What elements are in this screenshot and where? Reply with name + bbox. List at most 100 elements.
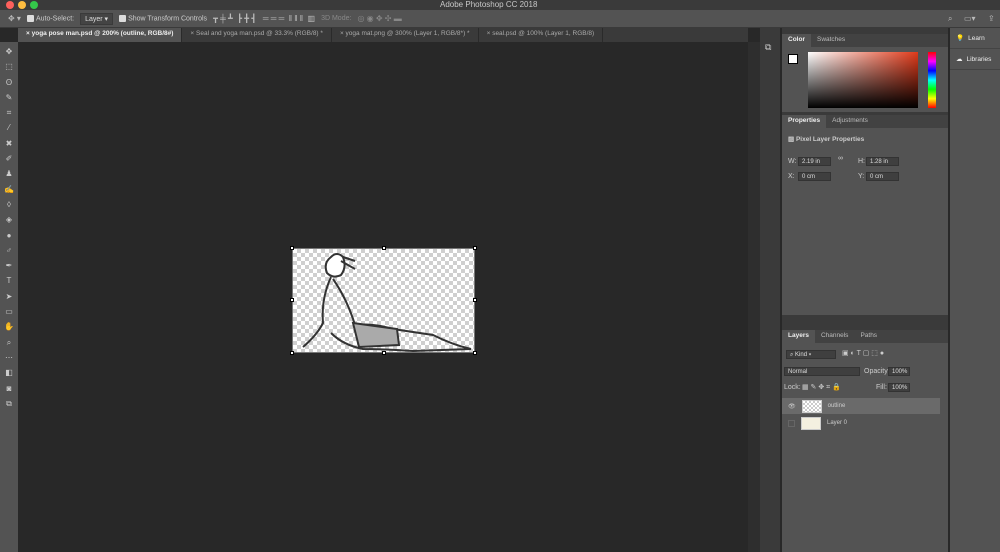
visibility-eye-icon[interactable]: 👁 [788, 403, 796, 410]
link-icon[interactable]: ∞ [838, 155, 843, 162]
toolbar: ✥ ⬚ ʘ ✎ ⌗ ⁄ ✖ ✐ ♟ ✍ ◊ ◈ ● ♂ ✒ T ➤ ▭ ✋ ⌕ … [0, 42, 18, 552]
lock-icons[interactable]: ▦ ✎ ✥ ⌗ 🔒 [802, 383, 841, 392]
tab-swatches[interactable]: Swatches [811, 34, 851, 47]
transform-controls-label: Show Transform Controls [128, 15, 208, 23]
eraser-tool-icon[interactable]: ◊ [7, 197, 11, 212]
properties-panel: Properties Adjustments ▨ Pixel Layer Prop… [782, 115, 948, 315]
learn-button[interactable]: 💡 Learn [950, 28, 1000, 49]
zoom-tool-icon[interactable]: ⌕ [7, 335, 11, 350]
tab-seal-and-yoga-man[interactable]: × Seal and yoga man.psd @ 33.3% (RGB/8) … [182, 28, 332, 42]
share-icon[interactable]: ⇪ [988, 14, 995, 23]
rectangle-tool-icon[interactable]: ▭ [5, 304, 13, 319]
layer-row-layer-0[interactable]: Layer 0 [782, 415, 940, 431]
layer-filter-dropdown[interactable]: ⌕ Kind ▾ [786, 350, 836, 359]
blur-tool-icon[interactable]: ● [7, 228, 12, 243]
dodge-tool-icon[interactable]: ♂ [6, 243, 12, 258]
crop-tool-icon[interactable]: ⌗ [7, 105, 12, 120]
x-field[interactable]: 0 cm [798, 172, 831, 181]
foreground-color[interactable] [788, 54, 798, 64]
marquee-tool-icon[interactable]: ⬚ [5, 59, 13, 74]
history-brush-icon[interactable]: ✍ [4, 182, 14, 197]
tab-yoga-pose-man[interactable]: × yoga pose man.psd @ 200% (outline, RGB… [18, 28, 183, 42]
x-label: X: [788, 173, 795, 180]
blend-mode-dropdown[interactable]: Normal [784, 367, 860, 376]
height-field[interactable]: 1.28 in [866, 157, 899, 166]
pen-tool-icon[interactable]: ✒ [6, 258, 13, 273]
screen-mode-icon[interactable]: ⧉ [6, 396, 12, 411]
height-label: H: [858, 158, 865, 165]
layer-name: Layer 0 [827, 420, 848, 426]
filter-icons[interactable]: ▣ ◐ T ▢ ⬚ ● [842, 349, 884, 357]
transform-handle[interactable] [473, 246, 477, 250]
tab-label: yoga mat.png @ 300% (Layer 1, RGB/8*) * [345, 30, 470, 37]
transform-handle[interactable] [290, 351, 294, 355]
quick-mask-icon[interactable]: ◙ [7, 381, 12, 396]
move-tool-icon[interactable]: ✥ [6, 44, 13, 59]
minimize-window-button[interactable] [18, 1, 26, 9]
transform-handle[interactable] [473, 351, 477, 355]
tab-yoga-mat[interactable]: × yoga mat.png @ 300% (Layer 1, RGB/8*) … [332, 28, 479, 42]
width-label: W: [788, 158, 797, 165]
transform-handle[interactable] [382, 246, 386, 250]
align-icons[interactable]: ┳ ╪ ┻ ┣ ╋ ┫ ═ ═ ═ ‖ ‖ ‖ ▥ [213, 14, 315, 23]
y-label: Y: [858, 173, 865, 180]
close-window-button[interactable] [6, 1, 14, 9]
brush-tool-icon[interactable]: ✐ [6, 151, 13, 166]
tab-adjustments[interactable]: Adjustments [826, 115, 874, 128]
tab-color[interactable]: Color [782, 34, 811, 47]
libraries-button[interactable]: ☁ Libraries [950, 49, 1000, 70]
document-tabs: × yoga pose man.psd @ 200% (outline, RGB… [18, 28, 748, 42]
libraries-label: Libraries [966, 55, 992, 63]
auto-select-value: Layer [85, 15, 103, 23]
transform-handle[interactable] [290, 246, 294, 250]
document-canvas[interactable] [290, 246, 477, 355]
y-field[interactable]: 0 cm [866, 172, 899, 181]
quick-select-tool-icon[interactable]: ✎ [6, 90, 13, 105]
stamp-tool-icon[interactable]: ♟ [5, 166, 12, 181]
tab-label: seal.psd @ 100% (Layer 1, RGB/8) [492, 30, 595, 37]
move-tool-icon[interactable]: ✥ ▾ [8, 14, 21, 23]
color-field[interactable] [808, 52, 918, 108]
pixel-layer-icon: ▨ [788, 136, 796, 143]
auto-select-checkbox[interactable]: Auto-Select: [26, 14, 74, 22]
hue-slider[interactable] [928, 52, 936, 108]
path-select-icon[interactable]: ➤ [6, 289, 13, 304]
zoom-window-button[interactable] [30, 1, 38, 9]
transform-handle[interactable] [382, 351, 386, 355]
lasso-tool-icon[interactable]: ʘ [6, 75, 12, 90]
tab-properties[interactable]: Properties [782, 115, 827, 128]
auto-select-dropdown[interactable]: Layer ▾ [80, 12, 114, 25]
filter-value: Kind [795, 352, 808, 358]
healing-tool-icon[interactable]: ✖ [6, 136, 13, 151]
fill-field[interactable]: 100% [888, 383, 910, 392]
history-panel-icon[interactable]: ⧉ [765, 42, 771, 53]
eyedropper-tool-icon[interactable]: ⁄ [8, 120, 9, 135]
transform-controls-checkbox[interactable]: Show Transform Controls [119, 14, 208, 23]
hand-tool-icon[interactable]: ✋ [4, 319, 14, 334]
opacity-field[interactable]: 100% [888, 367, 910, 376]
tab-label: Seal and yoga man.psd @ 33.3% (RGB/8) * [196, 30, 323, 37]
transform-handle[interactable] [473, 298, 477, 302]
search-icon[interactable]: ⌕ [948, 14, 952, 24]
width-field[interactable]: 2.19 in [798, 157, 831, 166]
type-tool-icon[interactable]: T [7, 273, 12, 288]
title-bar: Adobe Photoshop CC 2018 [0, 0, 1000, 10]
fill-label: Fill: [876, 384, 887, 391]
blend-mode-value: Normal [788, 369, 808, 375]
tab-paths[interactable]: Paths [854, 330, 883, 343]
vertical-scrollbar[interactable] [748, 42, 760, 552]
tab-channels[interactable]: Channels [815, 330, 854, 343]
panel-dock: Color Swatches Properties Adjustments ▨ Pi… [782, 28, 948, 552]
tab-layers[interactable]: Layers [782, 330, 815, 343]
transform-handle[interactable] [290, 298, 294, 302]
paint-bucket-icon[interactable]: ◈ [6, 212, 12, 227]
layer-name: outline [827, 403, 846, 409]
workspace-icon[interactable]: ▭▾ [964, 14, 976, 23]
visibility-toggle[interactable] [788, 419, 795, 427]
3d-mode-icons[interactable]: ◎ ◉ ✥ ✣ ▬ [357, 14, 401, 23]
layer-row-outline[interactable]: 👁 outline [782, 398, 940, 414]
more-tools-icon[interactable]: ⋯ [5, 350, 13, 365]
tab-seal[interactable]: × seal.psd @ 100% (Layer 1, RGB/8) [479, 28, 604, 42]
lightbulb-icon: 💡 [956, 35, 965, 42]
color-swatches-icon[interactable]: ◧ [5, 365, 13, 380]
